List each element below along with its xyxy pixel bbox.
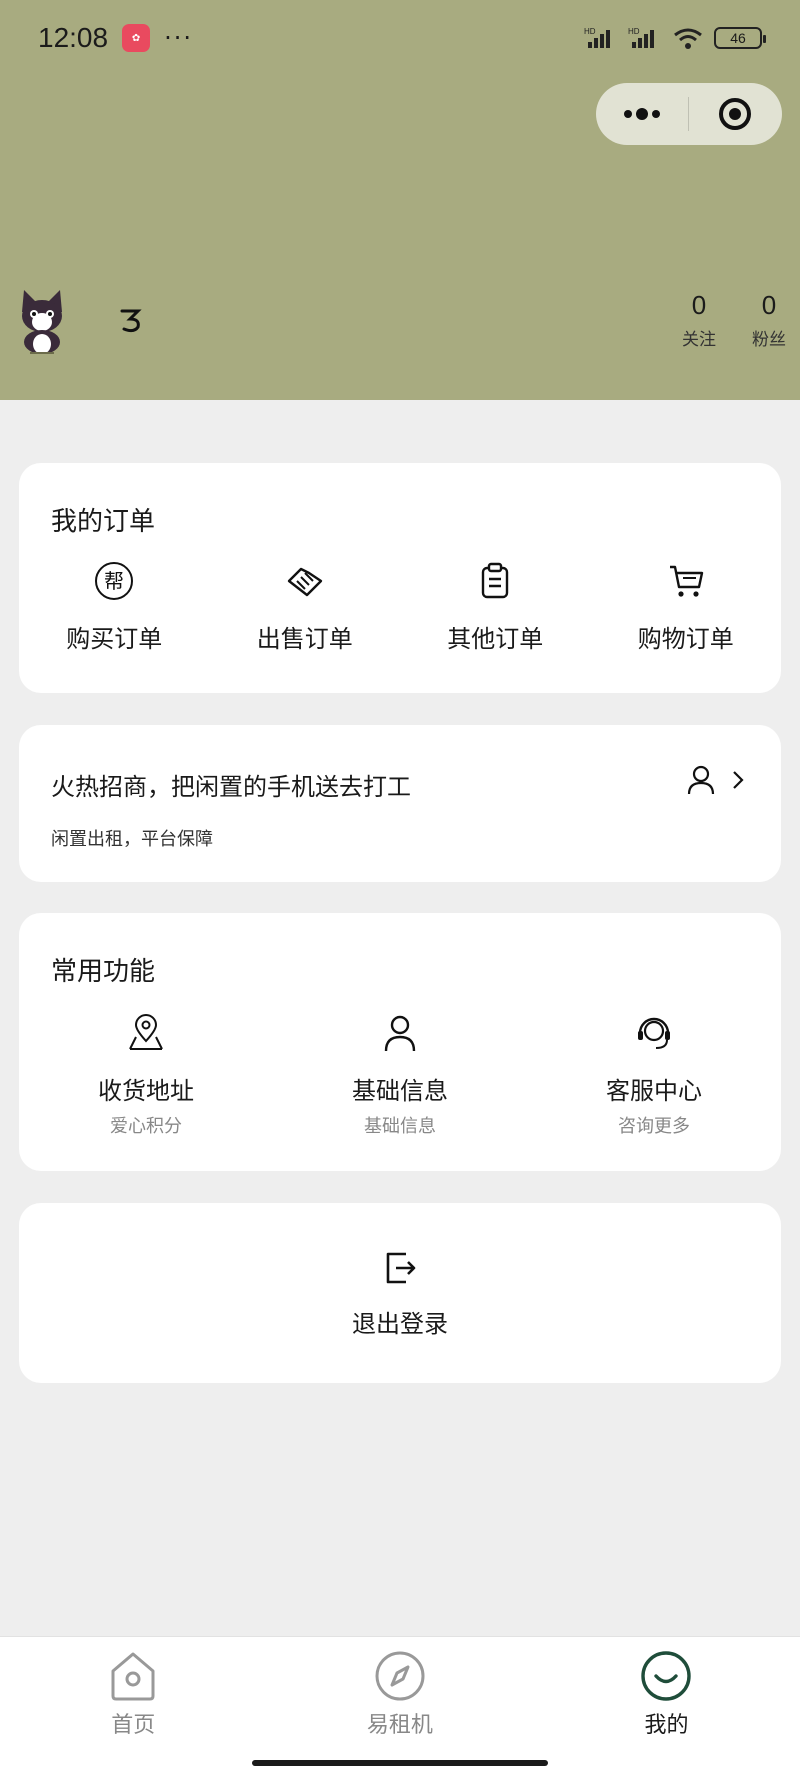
tab-label: 易租机: [366, 1713, 433, 1738]
tab-list: 首页 易租机 我的: [0, 1637, 800, 1739]
promo-actions: [687, 765, 745, 795]
promo-title: 火热招商，把闲置的手机送去打工: [51, 773, 411, 801]
order-item-buy[interactable]: 帮 购买订单: [19, 561, 210, 654]
functions-title: 常用功能: [51, 957, 156, 987]
headset-icon: [638, 1017, 670, 1049]
tab-home[interactable]: 首页: [0, 1637, 267, 1739]
order-item-label: 出售订单: [256, 625, 353, 653]
profile-row: 0 关注 0 粉丝: [14, 280, 786, 360]
location-icon: [129, 1014, 163, 1050]
smile-icon: [641, 1651, 692, 1701]
bang-icon: 帮: [95, 562, 134, 600]
compass-icon: [375, 1651, 425, 1701]
function-basic-info[interactable]: 基础信息 基础信息: [273, 1013, 527, 1138]
stat-following[interactable]: 0 关注: [682, 290, 716, 350]
svg-text:HD: HD: [584, 27, 596, 36]
profile-header: 12:08 ✿ ··· HD HD 46 0 关注 0 粉丝: [0, 0, 800, 400]
function-label: 客服中心: [606, 1077, 702, 1105]
functions-card: 常用功能 收货地址 爱心积分 基础信息 基础信息 客服中心 咨询更多: [19, 913, 781, 1171]
stat-number: 0: [691, 290, 707, 320]
home-indicator: [252, 1760, 548, 1766]
tab-label: 我的: [644, 1713, 689, 1738]
user-icon: [384, 1015, 416, 1052]
app-notification-icon: ✿: [122, 24, 151, 52]
svg-text:帮: 帮: [104, 569, 124, 593]
user-icon: [687, 765, 715, 795]
profile-stats: 0 关注 0 粉丝: [682, 290, 786, 350]
order-item-other[interactable]: 其他订单: [400, 561, 591, 654]
function-label: 收货地址: [98, 1077, 194, 1105]
stat-label: 粉丝: [752, 330, 786, 350]
wifi-icon: [674, 28, 702, 49]
function-sublabel: 爱心积分: [110, 1116, 182, 1137]
tab-rent[interactable]: 易租机: [267, 1637, 534, 1739]
tab-label: 首页: [111, 1713, 156, 1738]
status-bar: 12:08 ✿ ··· HD HD 46: [38, 18, 766, 58]
function-sublabel: 基础信息: [364, 1116, 436, 1137]
function-customer-service[interactable]: 客服中心 咨询更多: [527, 1013, 781, 1138]
battery-icon: 46: [714, 27, 766, 49]
logout-label: 退出登录: [352, 1309, 448, 1338]
functions-grid: 收货地址 爱心积分 基础信息 基础信息 客服中心 咨询更多: [19, 1013, 781, 1138]
order-item-sell[interactable]: 出售订单: [210, 561, 401, 654]
status-more-dots: ···: [164, 24, 193, 52]
signal-icon: HD: [628, 27, 654, 48]
promo-subtitle: 闲置出租，平台保障: [51, 829, 213, 850]
clipboard-icon: [482, 562, 509, 599]
stat-followers[interactable]: 0 粉丝: [752, 290, 786, 350]
status-right: HD HD 46: [584, 26, 766, 50]
function-label: 基础信息: [352, 1077, 448, 1105]
avatar[interactable]: [14, 282, 70, 358]
promo-card[interactable]: 火热招商，把闲置的手机送去打工 闲置出租，平台保障: [19, 725, 781, 882]
logout-icon: [386, 1252, 416, 1283]
mini-program-capsule: [596, 83, 782, 145]
status-time: 12:08: [38, 22, 109, 53]
svg-text:HD: HD: [628, 27, 640, 36]
tab-mine[interactable]: 我的: [533, 1637, 800, 1739]
signal-icon: HD: [584, 27, 610, 48]
order-item-label: 购买订单: [66, 625, 163, 653]
chevron-right-icon: [733, 771, 744, 789]
order-item-label: 其他订单: [447, 625, 544, 653]
home-icon: [111, 1652, 155, 1701]
stat-label: 关注: [682, 330, 716, 350]
orders-grid: 帮 购买订单 出售订单 其他订单 购物订单: [19, 561, 781, 654]
target-icon[interactable]: [689, 83, 781, 145]
logout-card[interactable]: 退出登录: [19, 1203, 781, 1383]
orders-card: 我的订单 帮 购买订单 出售订单 其他订单 购物订单: [19, 463, 781, 693]
more-dots-icon[interactable]: [596, 83, 688, 145]
order-item-label: 购物订单: [637, 625, 734, 653]
nickname-badge-icon: [120, 309, 142, 333]
handshake-icon: [287, 567, 322, 597]
cart-icon: [669, 565, 703, 597]
orders-title: 我的订单: [51, 507, 156, 537]
stat-number: 0: [761, 290, 777, 320]
function-address[interactable]: 收货地址 爱心积分: [19, 1013, 273, 1138]
function-sublabel: 咨询更多: [618, 1116, 690, 1137]
order-item-shopping[interactable]: 购物订单: [591, 561, 782, 654]
tab-bar: 首页 易租机 我的: [0, 1636, 800, 1778]
